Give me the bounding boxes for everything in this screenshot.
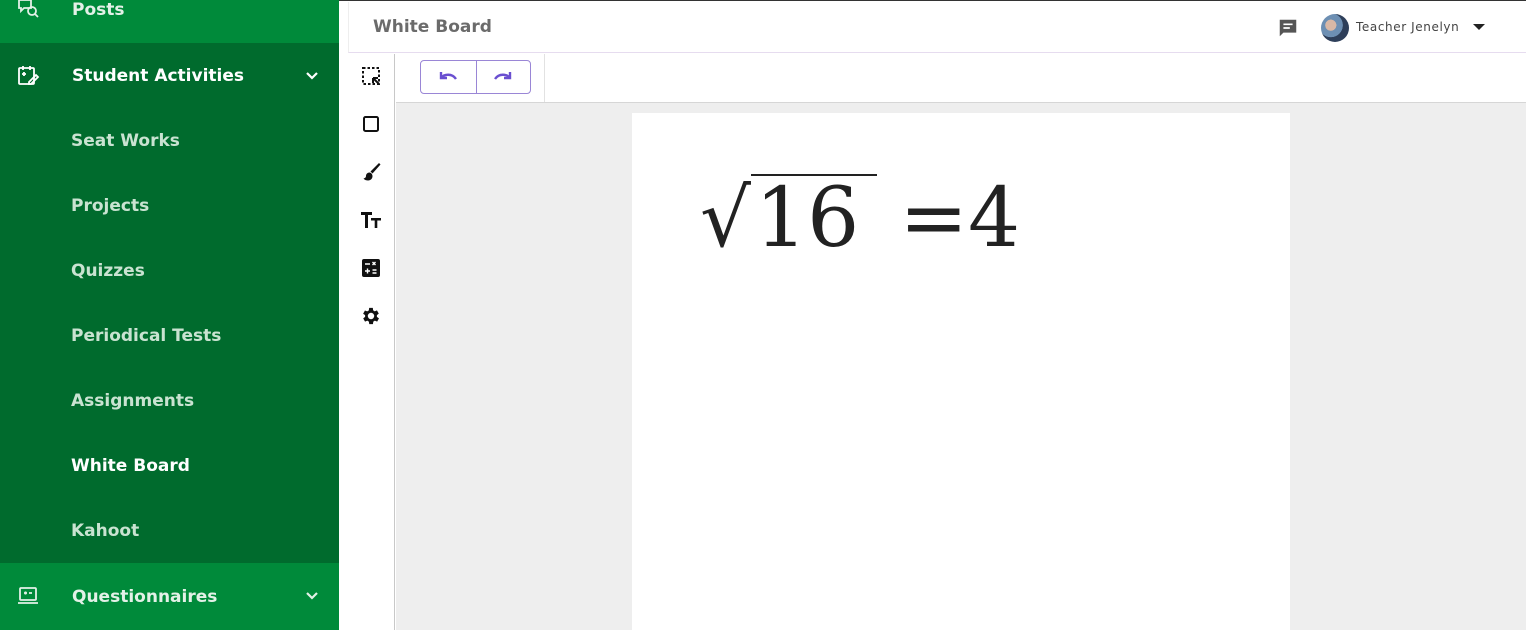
sidebar-item-quizzes[interactable]: Quizzes — [71, 261, 145, 281]
nav-student-activities[interactable]: Student Activities — [0, 43, 339, 108]
chevron-down-icon — [306, 592, 318, 600]
redo-icon — [494, 72, 512, 80]
whiteboard-canvas[interactable]: √16 =4 — [632, 113, 1290, 630]
nav-student-activities-label: Student Activities — [72, 65, 245, 86]
toolbar — [396, 54, 1526, 103]
nav-posts[interactable]: Posts — [0, 0, 339, 43]
sidebar: Posts Student Activities Seat Works Proj… — [0, 0, 339, 630]
sidebar-item-white-board[interactable]: White Board — [71, 456, 190, 476]
sidebar-item-periodical-tests[interactable]: Periodical Tests — [71, 326, 221, 346]
nav-questionnaires-label: Questionnaires — [72, 586, 218, 607]
select-area-icon[interactable] — [360, 65, 382, 87]
undo-icon — [440, 72, 458, 80]
history-button-group — [420, 60, 531, 94]
caret-down-icon[interactable] — [1473, 24, 1485, 30]
page-title: White Board — [373, 17, 492, 37]
nav-posts-label: Posts — [72, 0, 125, 20]
undo-button[interactable] — [421, 61, 476, 93]
posts-icon — [18, 0, 39, 18]
chat-icon[interactable] — [1277, 17, 1299, 39]
avatar[interactable] — [1321, 14, 1349, 42]
calculator-icon[interactable] — [360, 257, 382, 279]
radicand: 16 — [750, 174, 878, 262]
text-size-icon[interactable] — [360, 209, 382, 231]
brush-icon[interactable] — [360, 161, 382, 183]
rectangle-icon[interactable] — [360, 113, 382, 135]
header: White Board Teacher Jenelyn — [348, 2, 1526, 53]
sidebar-item-kahoot[interactable]: Kahoot — [71, 521, 139, 541]
nav-questionnaires[interactable]: Questionnaires — [0, 563, 339, 630]
toolbar-divider — [544, 54, 545, 102]
sidebar-item-seat-works[interactable]: Seat Works — [71, 131, 180, 151]
gear-icon[interactable] — [360, 305, 382, 327]
chevron-down-icon — [306, 72, 318, 80]
user-name[interactable]: Teacher Jenelyn — [1356, 20, 1459, 34]
math-expression: √16 =4 — [700, 171, 1020, 266]
window-top-border — [339, 0, 1526, 1]
redo-button[interactable] — [475, 61, 531, 93]
questionnaires-icon — [18, 587, 38, 604]
result: 4 — [968, 171, 1021, 266]
radical-sign: √ — [700, 172, 751, 265]
canvas-area: √16 =4 — [396, 103, 1526, 630]
sidebar-item-projects[interactable]: Projects — [71, 196, 149, 216]
sidebar-item-assignments[interactable]: Assignments — [71, 391, 194, 411]
activities-icon — [18, 66, 40, 85]
equals-sign: = — [899, 171, 969, 266]
tool-column — [348, 54, 395, 630]
